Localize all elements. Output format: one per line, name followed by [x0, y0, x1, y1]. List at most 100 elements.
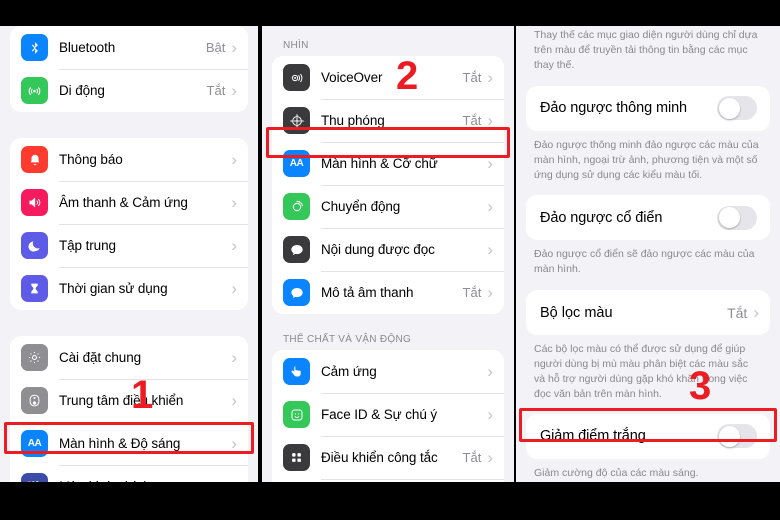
reduce-white-point-card: Giảm điểm trắng [526, 413, 770, 459]
annotation-number-1: 1 [131, 373, 154, 417]
motion-icon [283, 193, 310, 220]
chevron-right-icon [487, 155, 493, 172]
accessibility-item-voice-control[interactable]: Khẩu lệnh Tắt [272, 479, 504, 482]
reduce-white-point-toggle[interactable] [717, 424, 757, 449]
gear-icon [21, 344, 48, 371]
chevron-right-icon [231, 151, 237, 168]
accessibility-item-voiceover[interactable]: VoiceOver Tắt [272, 56, 504, 99]
sidebar-item-screen-time[interactable]: Thời gian sử dụng [10, 267, 248, 310]
chevron-right-icon [231, 392, 237, 409]
chevron-right-icon [487, 69, 493, 86]
chevron-right-icon [487, 284, 493, 301]
face-id-icon [283, 401, 310, 428]
classic-invert-note: Đảo ngược cổ điển sẽ đảo ngược các màu c… [534, 248, 755, 276]
chevron-right-icon [487, 112, 493, 129]
color-filters-row[interactable]: Bộ lọc màu Tắt [526, 290, 770, 335]
row-value: Tắt [462, 450, 482, 465]
accessibility-item-motion[interactable]: Chuyển động [272, 185, 504, 228]
chevron-right-icon [487, 406, 493, 423]
toggle-knob [718, 207, 740, 229]
color-filters-label: Bộ lọc màu [540, 304, 613, 321]
chevron-right-icon [231, 237, 237, 254]
accessibility-item-audio-descriptions[interactable]: Mô tả âm thanh Tắt [272, 271, 504, 314]
chevron-right-icon [487, 363, 493, 380]
sidebar-item-cellular[interactable]: Di động Tắt [10, 69, 248, 112]
accessibility-item-switch-control[interactable]: Điều khiển công tắc Tắt [272, 436, 504, 479]
accessibility-item-touch[interactable]: Cảm ứng [272, 350, 504, 393]
notification-bell-icon [21, 146, 48, 173]
bluetooth-icon [21, 34, 48, 61]
smart-invert-toggle[interactable] [717, 96, 757, 121]
row-label: Thời gian sử dụng [59, 281, 168, 296]
section-header-vision: NHÌN [283, 40, 309, 51]
chevron-right-icon [231, 280, 237, 297]
cellular-icon [21, 77, 48, 104]
home-screen-grid-icon [21, 473, 48, 482]
classic-invert-row[interactable]: Đảo ngược cổ điển [526, 195, 770, 240]
row-label: Chuyển động [321, 199, 401, 214]
settings-group-general: Cài đặt chung Trung tâm điều khiển AA Mà… [10, 336, 248, 482]
row-label: Cảm ứng [321, 364, 377, 379]
row-label: Thông báo [59, 152, 123, 167]
settings-panel-left: Bluetooth Bật Di động Tắt [0, 26, 258, 482]
row-label: Nội dung được đọc [321, 242, 435, 257]
switch-control-icon [283, 444, 310, 471]
audio-description-icon [283, 279, 310, 306]
sidebar-item-sounds-haptics[interactable]: Âm thanh & Cảm ứng [10, 181, 248, 224]
chevron-right-icon [487, 241, 493, 258]
accessibility-item-display-text-size[interactable]: AA Màn hình & Cỡ chữ [272, 142, 504, 185]
chevron-right-icon [753, 304, 759, 321]
row-label: Face ID & Sự chú ý [321, 407, 438, 422]
screenshot-root: Bluetooth Bật Di động Tắt [0, 0, 780, 520]
hourglass-icon [21, 275, 48, 302]
sidebar-item-display-brightness[interactable]: AA Màn hình & Độ sáng [10, 422, 248, 465]
chevron-right-icon [487, 449, 493, 466]
chevron-right-icon [231, 194, 237, 211]
speaker-icon [21, 189, 48, 216]
annotation-number-2: 2 [396, 54, 419, 98]
sidebar-item-control-center[interactable]: Trung tâm điều khiển [10, 379, 248, 422]
accessibility-panel-middle: NHÌN VoiceOver Tắt Thu phóng Tắt [262, 26, 514, 482]
sidebar-item-home-screen[interactable]: Màn hình chính [10, 465, 248, 482]
row-value: Tắt [462, 285, 482, 300]
smart-invert-label: Đảo ngược thông minh [540, 100, 687, 117]
classic-invert-card: Đảo ngược cổ điển [526, 195, 770, 241]
row-label: Điều khiển công tắc [321, 450, 438, 465]
panel-top-note: Thay thế các mục giao diện người dùng ch… [534, 29, 758, 71]
reduce-white-point-note: Giảm cường độ của các màu sáng. [534, 466, 699, 479]
row-value: Tắt [206, 83, 226, 98]
accessibility-group-vision: VoiceOver Tắt Thu phóng Tắt AA Màn hình … [272, 56, 504, 314]
display-aa-icon: AA [283, 150, 310, 177]
chevron-right-icon [231, 39, 237, 56]
control-center-icon [21, 387, 48, 414]
accessibility-item-zoom[interactable]: Thu phóng Tắt [272, 99, 504, 142]
row-label: VoiceOver [321, 70, 383, 85]
accessibility-item-face-id[interactable]: Face ID & Sự chú ý [272, 393, 504, 436]
color-filters-note: Các bộ lọc màu có thể được sử dụng để gi… [534, 343, 749, 400]
smart-invert-note: Đảo ngược thông minh đảo ngược các màu c… [534, 138, 759, 181]
sidebar-item-general[interactable]: Cài đặt chung [10, 336, 248, 379]
chevron-right-icon [231, 349, 237, 366]
accessibility-item-spoken-content[interactable]: Nội dung được đọc [272, 228, 504, 271]
sidebar-item-focus[interactable]: Tập trung [10, 224, 248, 267]
sidebar-item-bluetooth[interactable]: Bluetooth Bật [10, 26, 248, 69]
section-header-physical-motor: THỂ CHẤT VÀ VẬN ĐỘNG [283, 334, 412, 345]
row-label: Cài đặt chung [59, 350, 142, 365]
moon-icon [21, 232, 48, 259]
accessibility-group-physical: Cảm ứng Face ID & Sự chú ý Điều khiển cô… [272, 350, 504, 482]
classic-invert-toggle[interactable] [717, 205, 757, 230]
voiceover-icon [283, 64, 310, 91]
toggle-knob [718, 425, 740, 447]
zoom-icon [283, 107, 310, 134]
row-label: Tập trung [59, 238, 116, 253]
row-value: Bật [205, 40, 226, 55]
display-aa-icon: AA [21, 430, 48, 457]
reduce-white-point-label: Giảm điểm trắng [540, 428, 646, 445]
row-label: Âm thanh & Cảm ứng [59, 195, 188, 210]
row-label: Màn hình & Cỡ chữ [321, 156, 438, 171]
sidebar-item-notifications[interactable]: Thông báo [10, 138, 248, 181]
row-label: Mô tả âm thanh [321, 285, 414, 300]
smart-invert-row[interactable]: Đảo ngược thông minh [526, 86, 770, 131]
row-label: Thu phóng [321, 113, 385, 128]
reduce-white-point-row[interactable]: Giảm điểm trắng [526, 414, 770, 459]
